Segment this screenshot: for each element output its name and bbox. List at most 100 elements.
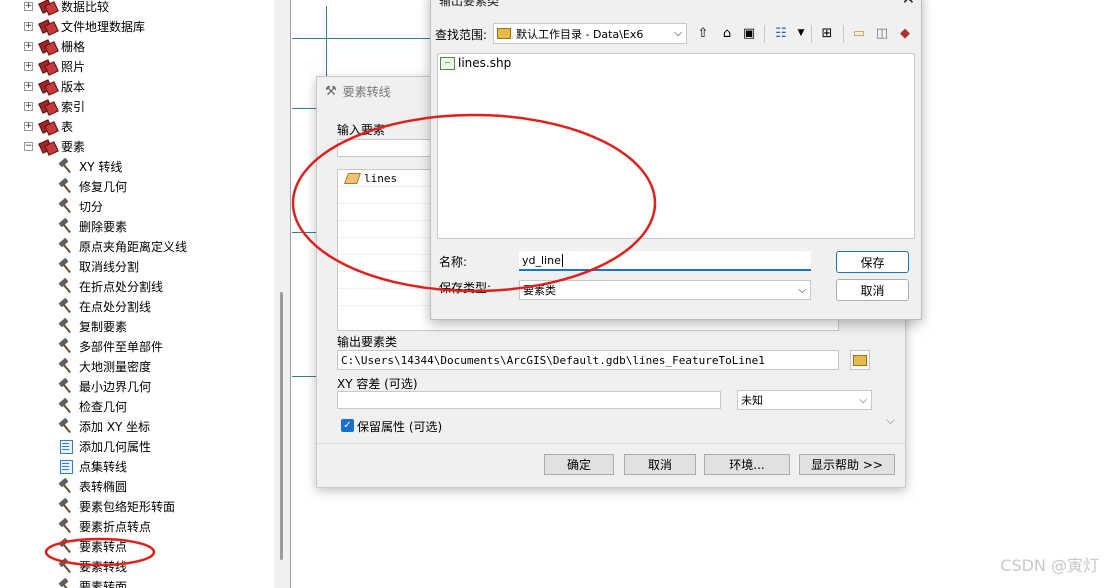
lookin-select[interactable]: 默认工作目录 - Data\Ex6 ⌵	[493, 23, 687, 44]
new-folder-icon[interactable]: ▭	[851, 25, 867, 41]
browse-folder-button[interactable]	[850, 350, 870, 370]
xy-tolerance-field[interactable]	[337, 391, 721, 409]
cancel-button[interactable]: 取消	[624, 454, 696, 475]
tree-tool-item[interactable]: 表转椭圆	[58, 476, 127, 496]
tree-tool-item[interactable]: 要素转线	[58, 556, 127, 576]
tree-tool-item[interactable]: 要素转点	[58, 536, 127, 556]
tree-tool-label: 表转椭圆	[79, 479, 128, 494]
hammer-icon	[58, 478, 74, 494]
hammer-icon	[58, 418, 74, 434]
tree-tool-label: 要素转线	[79, 559, 128, 574]
chevron-down-icon: ⌵	[798, 284, 806, 296]
tree-item[interactable]: + 照片	[24, 56, 85, 76]
tree-item[interactable]: − 要素	[24, 136, 85, 156]
show-help-button[interactable]: 显示帮助 >>	[799, 454, 895, 475]
expand-icon[interactable]: +	[24, 121, 33, 131]
tree-item-label: 索引	[61, 99, 86, 114]
list-item[interactable]: ~ lines.shp	[440, 56, 511, 70]
hammer-icon	[58, 578, 74, 588]
save-type-select[interactable]: 要素类 ⌵	[519, 280, 811, 300]
tree-tool-item[interactable]: 要素折点转点	[58, 516, 151, 536]
connect-folder-icon[interactable]: ⊞	[819, 25, 835, 41]
new-geodatabase-icon[interactable]: ◫	[874, 25, 890, 41]
tree-tool-item[interactable]: 删除要素	[58, 216, 127, 236]
name-input-value: yd_line	[522, 253, 561, 267]
output-feature-class-field[interactable]: C:\Users\14344\Documents\ArcGIS\Default.…	[337, 350, 839, 370]
tree-item[interactable]: + 表	[24, 116, 73, 136]
tree-tool-item[interactable]: 在折点处分割线	[58, 276, 163, 296]
collapse-icon[interactable]: −	[24, 141, 33, 151]
file-list[interactable]: ~ lines.shp	[437, 53, 915, 239]
save-type-label: 保存类型:	[439, 281, 492, 295]
hammer-icon	[58, 538, 74, 554]
name-label: 名称:	[439, 255, 468, 269]
toolbox-icon	[39, 119, 57, 133]
tree-tool-item[interactable]: 原点夹角距离定义线	[58, 236, 187, 256]
toolbox-icon[interactable]: ◆	[897, 25, 913, 41]
tree-item[interactable]: + 版本	[24, 76, 85, 96]
folder-icon	[497, 28, 511, 39]
tree-tool-item[interactable]: 添加 XY 坐标	[58, 416, 150, 436]
tree-tool-item[interactable]: 大地测量密度	[58, 356, 151, 376]
tree-tool-item[interactable]: 检查几何	[58, 396, 127, 416]
expand-icon[interactable]: +	[24, 21, 33, 31]
keep-attributes-checkbox[interactable]: ✓	[341, 419, 354, 432]
toolbox-icon	[39, 139, 57, 153]
keep-attributes-label: 保留属性 (可选)	[357, 420, 443, 434]
expand-icon[interactable]: +	[24, 1, 33, 11]
tree-tool-item[interactable]: 点集转线	[58, 456, 127, 476]
tree-scrollbar-thumb[interactable]	[280, 292, 283, 560]
hammer-icon	[58, 338, 74, 354]
tree-item-label: 文件地理数据库	[61, 19, 146, 34]
tree-tool-item[interactable]: XY 转线	[58, 156, 122, 176]
hammer-icon	[58, 238, 74, 254]
tree-item[interactable]: + 文件地理数据库	[24, 16, 145, 36]
tree-tool-item[interactable]: 切分	[58, 196, 103, 216]
save-button[interactable]: 保存	[836, 251, 909, 273]
tree-item[interactable]: + 索引	[24, 96, 85, 116]
toolbox-icon	[39, 99, 57, 113]
tree-tool-item[interactable]: 多部件至单部件	[58, 336, 163, 356]
name-input[interactable]: yd_line	[519, 251, 811, 271]
tree-tool-label: 大地测量密度	[79, 359, 152, 374]
hammer-icon	[58, 318, 74, 334]
text-cursor	[561, 253, 563, 267]
tree-tool-item[interactable]: 最小边界几何	[58, 376, 151, 396]
chevron-down-icon[interactable]: ▼	[793, 25, 809, 41]
tree-tool-item[interactable]: 要素包络矩形转面	[58, 496, 175, 516]
list-view-icon[interactable]: ☷	[773, 25, 789, 41]
tree-item[interactable]: + 栅格	[24, 36, 85, 56]
tree-tool-item[interactable]: 要素转面	[58, 576, 127, 588]
unit-select[interactable]: 未知 ⌵	[737, 390, 872, 410]
open-folder-icon	[853, 354, 867, 366]
tree-tool-label: 在折点处分割线	[79, 279, 164, 294]
dialog-title: 要素转线	[342, 84, 391, 99]
expand-icon[interactable]: +	[24, 61, 33, 71]
up-one-level-icon[interactable]: ⇧	[695, 25, 711, 41]
hammer-icon: ⚒	[325, 83, 337, 99]
tree-item-label: 表	[61, 119, 74, 134]
tree-tool-item[interactable]: 复制要素	[58, 316, 127, 336]
tree-tool-item[interactable]: 添加几何属性	[58, 436, 151, 456]
database-connection-icon[interactable]: ▣	[741, 25, 757, 41]
expand-icon[interactable]: +	[24, 81, 33, 91]
tree-tool-label: 删除要素	[79, 219, 128, 234]
home-icon[interactable]: ⌂	[719, 25, 735, 41]
ok-button[interactable]: 确定	[544, 454, 614, 475]
tree-tool-label: 检查几何	[79, 399, 128, 414]
save-cancel-button[interactable]: 取消	[836, 279, 909, 301]
environments-button[interactable]: 环境...	[704, 454, 790, 475]
save-output-dialog: 输出要素类 ✕ 查找范围: 默认工作目录 - Data\Ex6 ⌵ ⇧ ⌂ ▣ …	[430, 0, 922, 320]
close-icon[interactable]: ✕	[902, 0, 915, 8]
tree-item-label: 照片	[61, 59, 86, 74]
feature-layer-icon	[343, 172, 362, 184]
tree-tool-item[interactable]: 取消线分割	[58, 256, 139, 276]
expand-icon[interactable]: +	[24, 41, 33, 51]
hammer-icon	[58, 518, 74, 534]
expand-icon[interactable]: +	[24, 101, 33, 111]
tree-tool-item[interactable]: 修复几何	[58, 176, 127, 196]
tree-item[interactable]: + 数据比较	[24, 0, 109, 16]
input-features-field[interactable]	[337, 139, 435, 157]
tree-tool-item[interactable]: 在点处分割线	[58, 296, 151, 316]
tree-tool-label: 要素包络矩形转面	[79, 499, 176, 514]
